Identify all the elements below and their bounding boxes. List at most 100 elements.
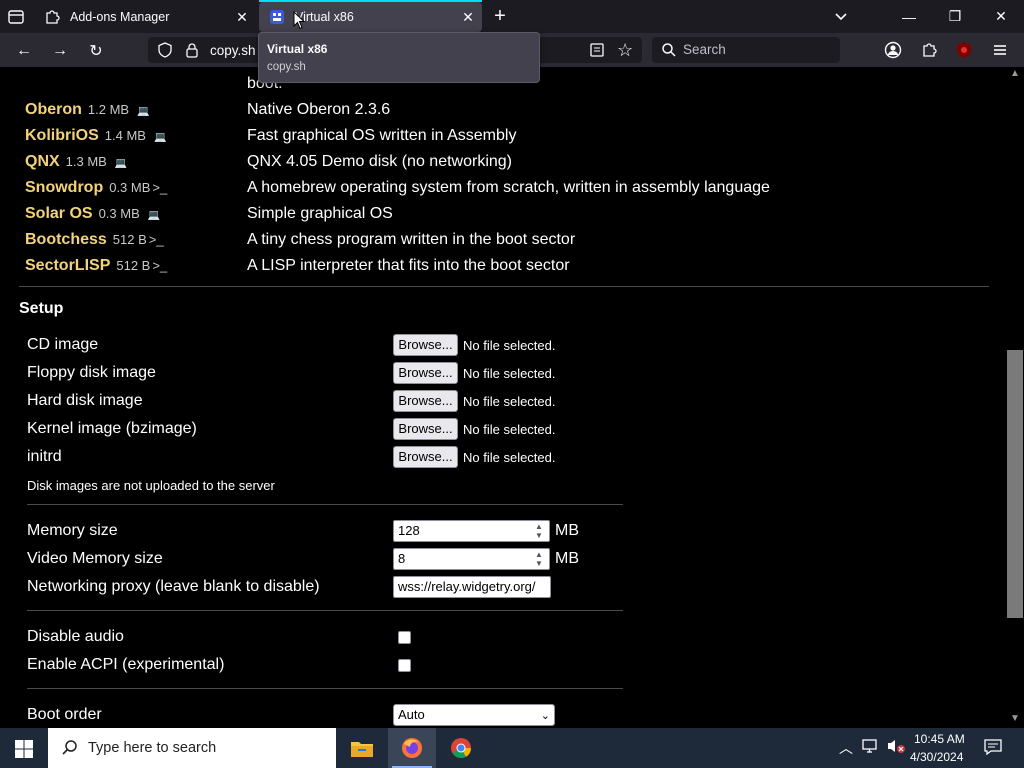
close-tab-icon[interactable]: ✕ <box>460 9 476 25</box>
os-name: QNX <box>25 153 60 170</box>
scroll-up-icon[interactable]: ▲ <box>1010 68 1020 79</box>
chrome-taskbar-icon[interactable] <box>437 728 485 768</box>
firefox-taskbar-icon[interactable] <box>388 728 436 768</box>
spinner-icon[interactable]: ▲ ▼ <box>532 550 546 568</box>
notifications-icon[interactable] <box>983 738 1003 759</box>
network-icon[interactable] <box>862 738 880 757</box>
back-icon[interactable]: ← <box>13 40 35 62</box>
volume-muted-icon[interactable] <box>886 738 906 757</box>
os-description: A tiny chess program written in the boot… <box>247 231 576 248</box>
scroll-down-icon[interactable]: ▼ <box>1010 713 1020 724</box>
divider <box>27 688 623 689</box>
os-name: Bootchess <box>25 231 107 248</box>
video-memory-unit: MB <box>555 550 579 567</box>
os-link[interactable]: Snowdrop 0.3 MB >_ <box>25 179 167 197</box>
show-hidden-icons-icon[interactable]: ︿ <box>839 738 853 758</box>
laptop-icon: 💻 <box>137 106 150 117</box>
search-box[interactable] <box>652 37 840 63</box>
scrollbar-thumb[interactable] <box>1007 350 1023 618</box>
os-link[interactable]: SectorLISP 512 B >_ <box>25 257 167 275</box>
window-close-icon[interactable]: ✕ <box>978 0 1024 33</box>
cd-image-status: No file selected. <box>463 338 556 353</box>
memory-size-input[interactable]: 128 ▲ ▼ <box>393 520 550 542</box>
os-name: Snowdrop <box>25 179 104 196</box>
os-row: Bootchess 512 B >_ A tiny chess program wri… <box>0 231 1000 257</box>
clock-time[interactable]: 10:45 AM <box>914 732 965 746</box>
os-link[interactable]: Bootchess 512 B >_ <box>25 231 164 249</box>
initrd-status: No file selected. <box>463 450 556 465</box>
os-description: A LISP interpreter that fits into the bo… <box>247 257 570 274</box>
reader-view-icon[interactable] <box>589 42 605 63</box>
v86-icon <box>269 9 285 25</box>
close-tab-icon[interactable]: ✕ <box>234 9 250 25</box>
tab-addons-manager[interactable]: Add-ons Manager ✕ <box>34 2 256 32</box>
memory-size-value: 128 <box>398 523 420 538</box>
floppy-image-status: No file selected. <box>463 366 556 381</box>
account-icon[interactable] <box>884 41 902 64</box>
networking-proxy-label: Networking proxy (leave blank to disable… <box>27 578 320 595</box>
file-explorer-icon[interactable] <box>338 728 386 768</box>
boot-order-value: Auto <box>398 707 425 722</box>
clock-date[interactable]: 4/30/2024 <box>910 750 963 764</box>
tab-tooltip: Virtual x86 copy.sh <box>258 32 540 83</box>
hard-disk-image-browse-button[interactable]: Browse... <box>393 390 458 412</box>
divider <box>27 610 623 611</box>
laptop-icon: 💻 <box>153 132 167 143</box>
os-description: Native Oberon 2.3.6 <box>247 101 391 118</box>
ublock-origin-icon[interactable] <box>955 41 973 64</box>
upload-note: Disk images are not uploaded to the serv… <box>27 478 275 493</box>
hard-disk-image-label: Hard disk image <box>27 392 143 409</box>
restore-icon[interactable]: ❐ <box>932 0 978 33</box>
laptop-icon: 💻 <box>147 210 161 221</box>
video-memory-value: 8 <box>398 551 406 566</box>
video-memory-input[interactable]: 8 ▲ ▼ <box>393 548 550 570</box>
os-link[interactable]: Oberon 1.2 MB 💻 <box>25 101 150 119</box>
taskbar-search-input[interactable]: Type here to search <box>88 740 216 756</box>
shield-icon[interactable] <box>157 42 173 63</box>
terminal-icon: >_ <box>152 180 168 195</box>
extensions-icon[interactable] <box>920 41 938 64</box>
bookmark-star-icon[interactable]: ☆ <box>617 40 633 61</box>
lock-icon[interactable] <box>184 42 200 63</box>
networking-proxy-input[interactable]: wss://relay.widgetry.org/ <box>393 576 551 598</box>
disable-audio-checkbox[interactable] <box>398 631 411 644</box>
os-size: 512 B <box>116 258 151 273</box>
search-input[interactable]: Search <box>683 42 726 57</box>
os-name: KolibriOS <box>25 127 99 144</box>
os-link[interactable]: QNX 1.3 MB 💻 <box>25 153 127 171</box>
os-size: 1.4 MB <box>104 128 146 143</box>
os-size: 0.3 MB <box>98 206 140 221</box>
os-description: Fast graphical OS written in Assembly <box>247 127 517 144</box>
taskbar-search-icon <box>61 739 79 762</box>
os-name: Oberon <box>25 101 82 118</box>
os-size: 1.3 MB <box>65 154 107 169</box>
new-tab-icon[interactable]: + <box>490 6 510 26</box>
url-text[interactable]: copy.sh <box>210 43 256 58</box>
list-all-tabs-icon[interactable] <box>832 8 850 26</box>
reload-icon[interactable]: ↻ <box>85 40 107 62</box>
spinner-icon[interactable]: ▲ ▼ <box>532 522 546 540</box>
tab-list-icon[interactable] <box>7 8 25 26</box>
floppy-image-browse-button[interactable]: Browse... <box>393 362 458 384</box>
kernel-image-label: Kernel image (bzimage) <box>27 420 197 437</box>
kernel-image-browse-button[interactable]: Browse... <box>393 418 458 440</box>
floppy-image-label: Floppy disk image <box>27 364 156 381</box>
os-link[interactable]: KolibriOS 1.4 MB 💻 <box>25 127 166 145</box>
os-link[interactable]: Solar OS 0.3 MB 💻 <box>25 205 160 223</box>
initrd-browse-button[interactable]: Browse... <box>393 446 458 468</box>
memory-size-label: Memory size <box>27 522 118 539</box>
os-row: Oberon 1.2 MB 💻 Native Oberon 2.3.6 <box>0 101 1000 127</box>
menu-icon[interactable] <box>991 41 1009 64</box>
forward-icon[interactable]: → <box>49 40 71 62</box>
os-row: Solar OS 0.3 MB 💻 Simple graphical OS <box>0 205 1000 231</box>
windows-start-icon[interactable] <box>15 740 33 763</box>
tooltip-title: Virtual x86 <box>267 42 328 56</box>
os-row: KolibriOS 1.4 MB 💻 Fast graphical OS writte… <box>0 127 1000 153</box>
enable-acpi-checkbox[interactable] <box>398 659 411 672</box>
os-name: SectorLISP <box>25 257 111 274</box>
cd-image-browse-button[interactable]: Browse... <box>393 334 458 356</box>
os-row: Snowdrop 0.3 MB >_ A homebrew operating sys… <box>0 179 1000 205</box>
os-size: 512 B <box>112 232 147 247</box>
minimize-icon[interactable]: — <box>886 0 932 33</box>
boot-order-select[interactable]: Auto ⌄ <box>393 704 555 726</box>
